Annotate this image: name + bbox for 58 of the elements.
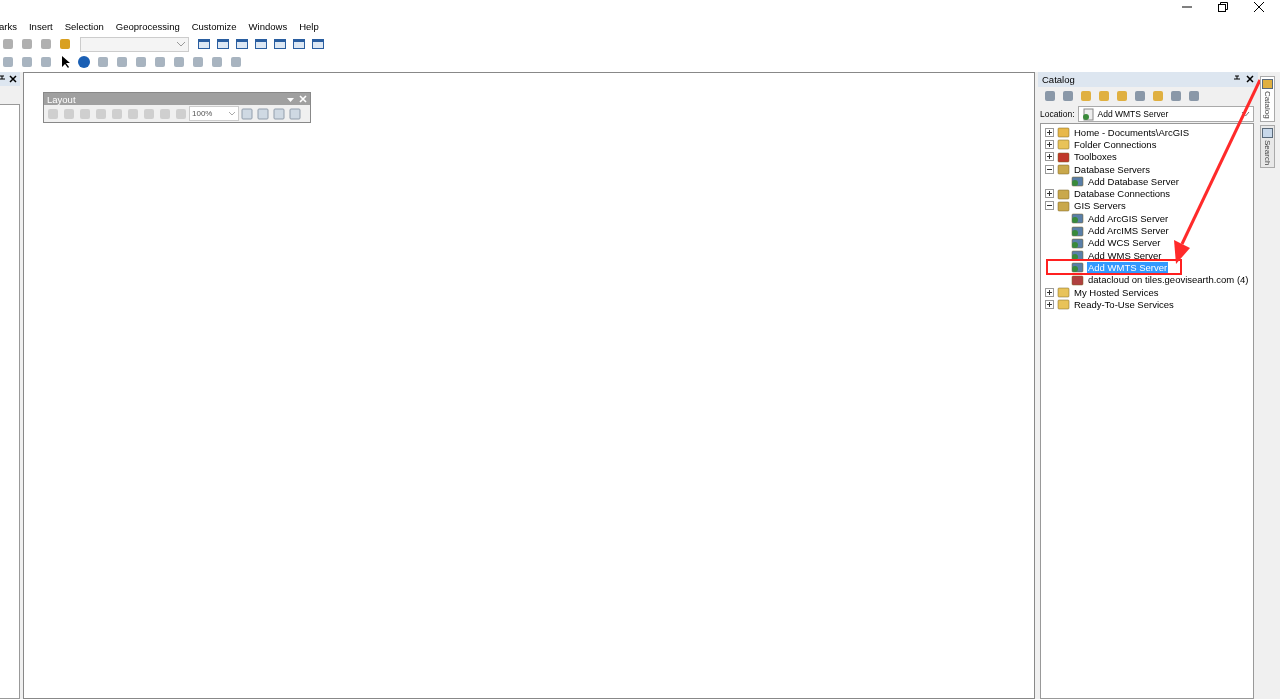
collapse-icon[interactable]	[1045, 164, 1054, 174]
service-icon	[1071, 273, 1084, 286]
tree-item[interactable]: Add Database Server	[1087, 175, 1180, 187]
add-server-icon	[1071, 175, 1084, 188]
pin-icon[interactable]	[0, 75, 6, 83]
menu-item[interactable]: Selection	[63, 21, 105, 32]
server-icon	[1057, 163, 1070, 176]
dropdown-icon[interactable]	[1241, 111, 1250, 117]
folder-icon	[1057, 298, 1070, 311]
tree-item[interactable]: Database Connections	[1073, 188, 1172, 200]
menu-item[interactable]: Geoprocessing	[114, 21, 181, 32]
server-icon	[1057, 187, 1070, 200]
folder-icon	[1057, 138, 1070, 151]
restore-icon[interactable]	[1218, 2, 1230, 12]
tree-item[interactable]: Folder Connections	[1073, 138, 1158, 150]
add-server-icon	[1071, 236, 1084, 249]
expand-icon[interactable]	[1045, 152, 1054, 162]
add-server-icon	[1071, 212, 1084, 225]
tree-item[interactable]: Add ArcIMS Server	[1087, 225, 1170, 236]
expand-icon[interactable]	[1045, 299, 1054, 309]
tree-item[interactable]: Add ArcGIS Server	[1087, 212, 1170, 224]
location-label: Location:	[1040, 109, 1075, 119]
tree-item[interactable]: datacloud on tiles.geovisearth.com (4)	[1087, 274, 1250, 286]
expand-icon[interactable]	[1045, 139, 1054, 149]
catalog-icon	[1262, 79, 1273, 89]
identify-icon[interactable]	[76, 54, 92, 70]
dropdown-icon[interactable]	[176, 41, 186, 47]
add-server-icon	[1081, 107, 1095, 121]
panel-title: Catalog	[1042, 74, 1075, 85]
menu-item[interactable]: Help	[298, 21, 320, 32]
menu-item[interactable]: Windows	[247, 21, 289, 32]
tree-item[interactable]: My Hosted Services	[1073, 286, 1160, 298]
tree-item[interactable]: Add WMS Server	[1087, 249, 1163, 261]
menu-item[interactable]: Customize	[190, 21, 238, 32]
tree-item[interactable]: Database Servers	[1073, 163, 1152, 175]
tree-item[interactable]: GIS Servers	[1073, 200, 1127, 212]
folder-icon	[1057, 286, 1070, 298]
expand-icon[interactable]	[1045, 189, 1054, 199]
side-tab[interactable]: Search	[1260, 124, 1275, 168]
tree-item[interactable]: Add WCS Server	[1087, 237, 1162, 249]
home-folder-icon	[1057, 126, 1070, 139]
add-server-icon	[1071, 249, 1084, 262]
tree-item[interactable]: Ready-To-Use Services	[1073, 298, 1175, 310]
menu-item[interactable]: Insert	[27, 21, 54, 32]
tree-item[interactable]: Toolboxes	[1073, 151, 1118, 163]
server-icon	[1057, 199, 1070, 212]
tree-item[interactable]: Home - Documents\ArcGIS	[1073, 126, 1191, 138]
add-server-icon	[1071, 224, 1084, 237]
side-tab[interactable]: Catalog	[1260, 76, 1275, 122]
dropdown-icon[interactable]	[228, 111, 236, 116]
toolbar-title: Layout	[47, 93, 76, 105]
expand-icon[interactable]	[1045, 127, 1054, 137]
expand-icon[interactable]	[1045, 287, 1054, 297]
menu-item[interactable]: arks	[0, 21, 18, 32]
add-server-icon	[1071, 261, 1084, 274]
collapse-icon[interactable]	[1045, 201, 1054, 211]
zoom-combo[interactable]: 100%	[189, 106, 239, 121]
location-field[interactable]: Add WMTS Server	[1077, 106, 1254, 122]
